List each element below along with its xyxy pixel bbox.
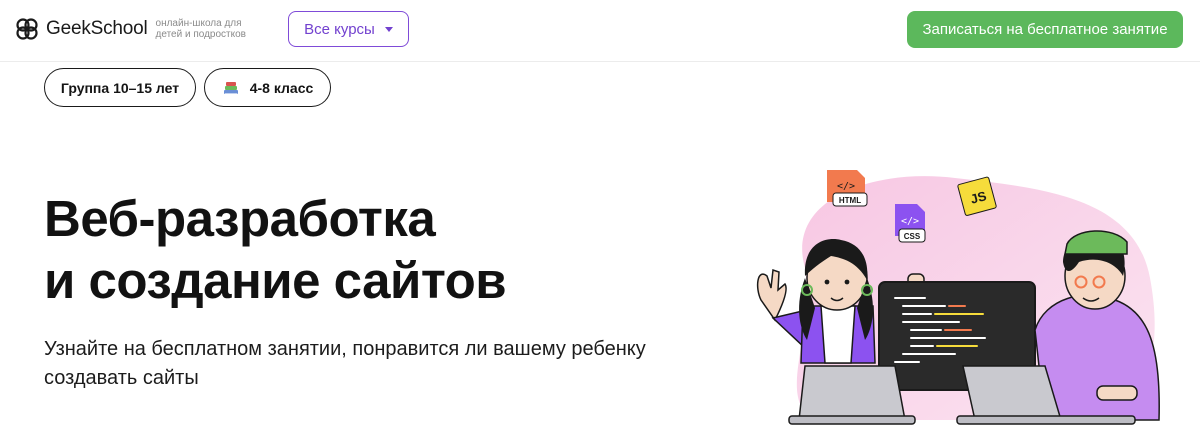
hero-illustration: </> HTML </> CSS JS [756,170,1160,425]
free-lesson-button[interactable]: Записаться на бесплатное занятие [907,11,1183,48]
books-icon [223,81,238,94]
title-line-1: Веб-разработка [44,190,436,247]
logo-text: GeekSchool [46,18,148,39]
css-badge-label: CSS [904,232,921,241]
caret-down-icon [384,26,393,32]
page-subtitle: Узнайте на бесплатном занятии, понравитс… [44,338,646,389]
geekschool-logo-icon [16,18,38,40]
site-header: GeekSchool онлайн-школа для детей и подр… [0,0,1200,62]
html-code-glyph: </> [837,181,855,192]
html-badge: </> HTML [827,170,868,207]
age-group-tag: Группа 10–15 лет [44,68,196,107]
title-line-2: и создание сайтов [44,252,507,309]
free-lesson-label: Записаться на бесплатное занятие [922,21,1168,38]
grade-label: 4-8 класс [249,79,314,96]
html-badge-label: HTML [839,196,861,205]
page-title: Веб-разработка и создание сайтов [44,188,507,312]
all-courses-label: Все курсы [304,20,375,38]
age-group-label: Группа 10–15 лет [60,79,180,96]
css-badge: </> CSS [895,204,926,243]
css-code-glyph: </> [901,216,919,227]
logo[interactable]: GeekSchool онлайн-школа для детей и подр… [14,16,266,42]
grade-tag: 4-8 класс [204,68,331,107]
laptop-left [788,365,916,425]
all-courses-button[interactable]: Все курсы [288,11,409,47]
logo-tagline: онлайн-школа для детей и подростков [155,18,246,40]
